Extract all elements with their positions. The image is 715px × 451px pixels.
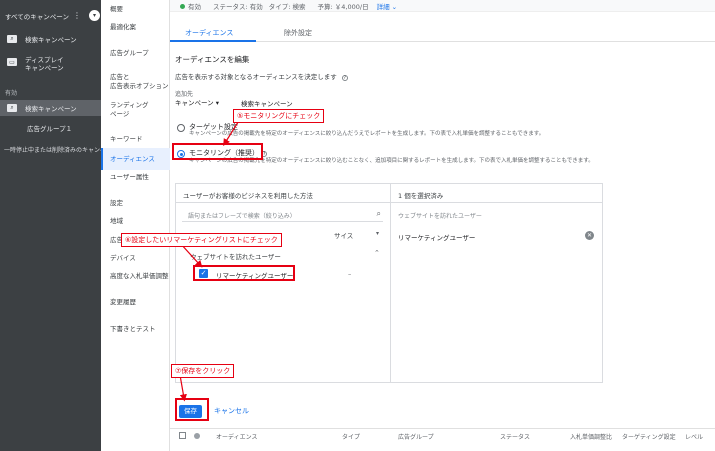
paused-campaigns-link[interactable]: 一時停止中または削除済みのキャンペーン — [4, 145, 101, 154]
tab-audiences[interactable]: オーディエンス — [185, 28, 233, 38]
annotation-step6: ⑥設定したいリマーケティングリストにチェック — [121, 233, 282, 247]
page-nav: 概要 最適化案 広告グループ 広告と 広告表示オプション ランディング ページ … — [101, 0, 170, 451]
annotation-step5: ⑤モニタリングにチェック — [233, 109, 325, 123]
sidebar-item-label: 検索キャンペーン — [25, 36, 77, 44]
search-icon: ⌕ — [7, 35, 17, 43]
col-type[interactable]: タイプ — [342, 432, 360, 441]
nav-item-keywords[interactable]: キーワード — [110, 135, 168, 144]
annotation-box-save — [175, 398, 209, 421]
targeting-option-desc: キャンペーンの広告の掲載先を特定のオーディエンスに絞り込んだうえでレポートを生成… — [189, 131, 545, 137]
browse-header: ユーザーがお客様のビジネスを利用した方法 — [183, 192, 313, 200]
nav-item-advanced-bid-adjustments[interactable]: 高度な入札単価調整 — [110, 272, 169, 281]
nav-item-landing-pages[interactable]: ランディング ページ — [110, 101, 168, 119]
chevron-down-icon: ⌄ — [391, 2, 398, 11]
col-targeting-setting[interactable]: ターゲティング設定 — [622, 432, 676, 441]
sidebar-item-label: ディスプレイ キャンペーン — [25, 56, 64, 72]
annotation-step7: ⑦保存をクリック — [171, 364, 235, 378]
col-level[interactable]: レベル — [685, 432, 703, 441]
all-campaigns-header[interactable]: すべてのキャンペーン ⋮ ▾ — [5, 10, 106, 21]
audience-search-input[interactable]: 語句またはフレーズで検索（絞り込み） ⌕ — [182, 209, 383, 222]
nav-item-drafts-experiments[interactable]: 下書きとテスト — [110, 325, 168, 334]
sidebar-item-display-campaign[interactable]: ▭ ディスプレイ キャンペーン — [7, 56, 101, 72]
sites-dropdown[interactable]: サイス — [334, 230, 353, 240]
search-icon: ⌕ — [7, 104, 17, 112]
help-icon[interactable]: ? — [341, 75, 348, 81]
sidebar-item-active-search-campaign[interactable]: ⌕ 検索キャンペーン — [0, 100, 101, 116]
annotation-box-observation — [172, 143, 263, 160]
selected-count: 1 個を選択済み — [398, 192, 444, 200]
col-status[interactable]: ステータス — [500, 432, 530, 441]
nav-item-devices[interactable]: デバイス — [110, 254, 168, 263]
main-content: 有効 ステータス: 有効 タイプ: 検索 予算: ￥4,000/日 詳細 ⌄ オ… — [170, 0, 715, 451]
tab-active-underline — [170, 40, 256, 42]
targeting-radio[interactable] — [177, 124, 185, 132]
campaign-type: タイプ: 検索 — [268, 2, 306, 11]
more-vert-icon[interactable]: ⋮ — [73, 11, 81, 20]
audience-selection-panel: ユーザーがお客様のビジネスを利用した方法 1 個を選択済み 語句またはフレーズで… — [175, 183, 603, 383]
status-badge: 有効 — [180, 1, 201, 11]
close-icon[interactable]: ✕ — [585, 231, 594, 240]
audience-table-header: オーディエンス タイプ 広告グループ ステータス 入札単価調整比 ターゲティング… — [170, 428, 715, 442]
sidebar-item-ad-group-1[interactable]: 広告グループ１ — [27, 123, 101, 133]
nav-item-locations[interactable]: 地域 — [110, 217, 168, 226]
all-campaigns-title: すべてのキャンペーン — [5, 12, 69, 21]
remarketing-size: – — [348, 270, 352, 278]
campaign-name: 検索キャンペーン — [241, 100, 293, 108]
status-dot-icon — [194, 433, 200, 439]
select-all-checkbox[interactable] — [179, 432, 186, 439]
section-active-label: 有効 — [5, 90, 18, 97]
panel-divider — [390, 184, 391, 382]
sidebar-item-search-campaign[interactable]: ⌕ 検索キャンペーン — [7, 34, 101, 44]
selected-item-label: リマーケティングユーザー — [398, 234, 476, 242]
display-icon: ▭ — [7, 58, 17, 66]
selected-group-label: ウェブサイトを訪れたユーザー — [398, 213, 482, 220]
nav-item-settings[interactable]: 設定 — [110, 199, 168, 208]
details-link[interactable]: 詳細 ⌄ — [377, 1, 398, 11]
nav-item-overview[interactable]: 概要 — [110, 5, 168, 14]
col-audience[interactable]: オーディエンス — [216, 432, 257, 441]
dropdown-arrow-icon[interactable]: ▾ — [376, 230, 379, 237]
nav-item-demographics[interactable]: ユーザー属性 — [110, 173, 168, 182]
dropdown-arrow-icon: ▾ — [215, 99, 220, 107]
nav-item-ads-extensions[interactable]: 広告と 広告表示オプション — [110, 73, 169, 91]
budget-text: 予算: ￥4,000/日 — [317, 2, 369, 11]
campaign-sidebar: すべてのキャンペーン ⋮ ▾ ⌕ 検索キャンペーン ▭ ディスプレイ キャンペー… — [0, 0, 101, 451]
col-bid-adjustment[interactable]: 入札単価調整比 — [570, 432, 612, 441]
cancel-button[interactable]: キャンセル — [214, 406, 249, 416]
panel-header-line — [176, 202, 602, 203]
nav-item-change-history[interactable]: 変更履歴 — [110, 298, 168, 307]
col-ad-group[interactable]: 広告グループ — [398, 432, 434, 441]
edit-audience-description: 広告を表示する対象となるオーディエンスを決定します ? — [175, 73, 348, 81]
sidebar-item-label: 検索キャンペーン — [25, 105, 77, 113]
nav-item-recommendations[interactable]: 最適化案 — [110, 23, 168, 32]
status-dot-icon — [180, 3, 185, 9]
chevron-up-icon[interactable]: ⌃ — [374, 249, 380, 257]
chevron-down-icon[interactable]: ▾ — [88, 10, 100, 21]
audience-tabs: オーディエンス 除外設定 — [170, 23, 715, 42]
nav-item-audiences[interactable]: オーディエンス — [110, 155, 168, 164]
tab-exclusions[interactable]: 除外設定 — [284, 28, 312, 38]
nav-item-ad-groups[interactable]: 広告グループ — [110, 49, 168, 58]
search-icon: ⌕ — [376, 209, 381, 218]
status-text: ステータス: 有効 — [213, 2, 263, 11]
website-visitors-group[interactable]: ウェブサイトを訪れたユーザー — [190, 251, 281, 261]
annotation-box-remarketing — [193, 265, 295, 281]
add-to-select[interactable]: キャンペーン ▾ — [175, 97, 219, 107]
edit-audience-heading: オーディエンスを編集 — [175, 55, 250, 64]
campaign-status-bar: 有効 ステータス: 有効 タイプ: 検索 予算: ￥4,000/日 詳細 ⌄ — [170, 0, 715, 12]
